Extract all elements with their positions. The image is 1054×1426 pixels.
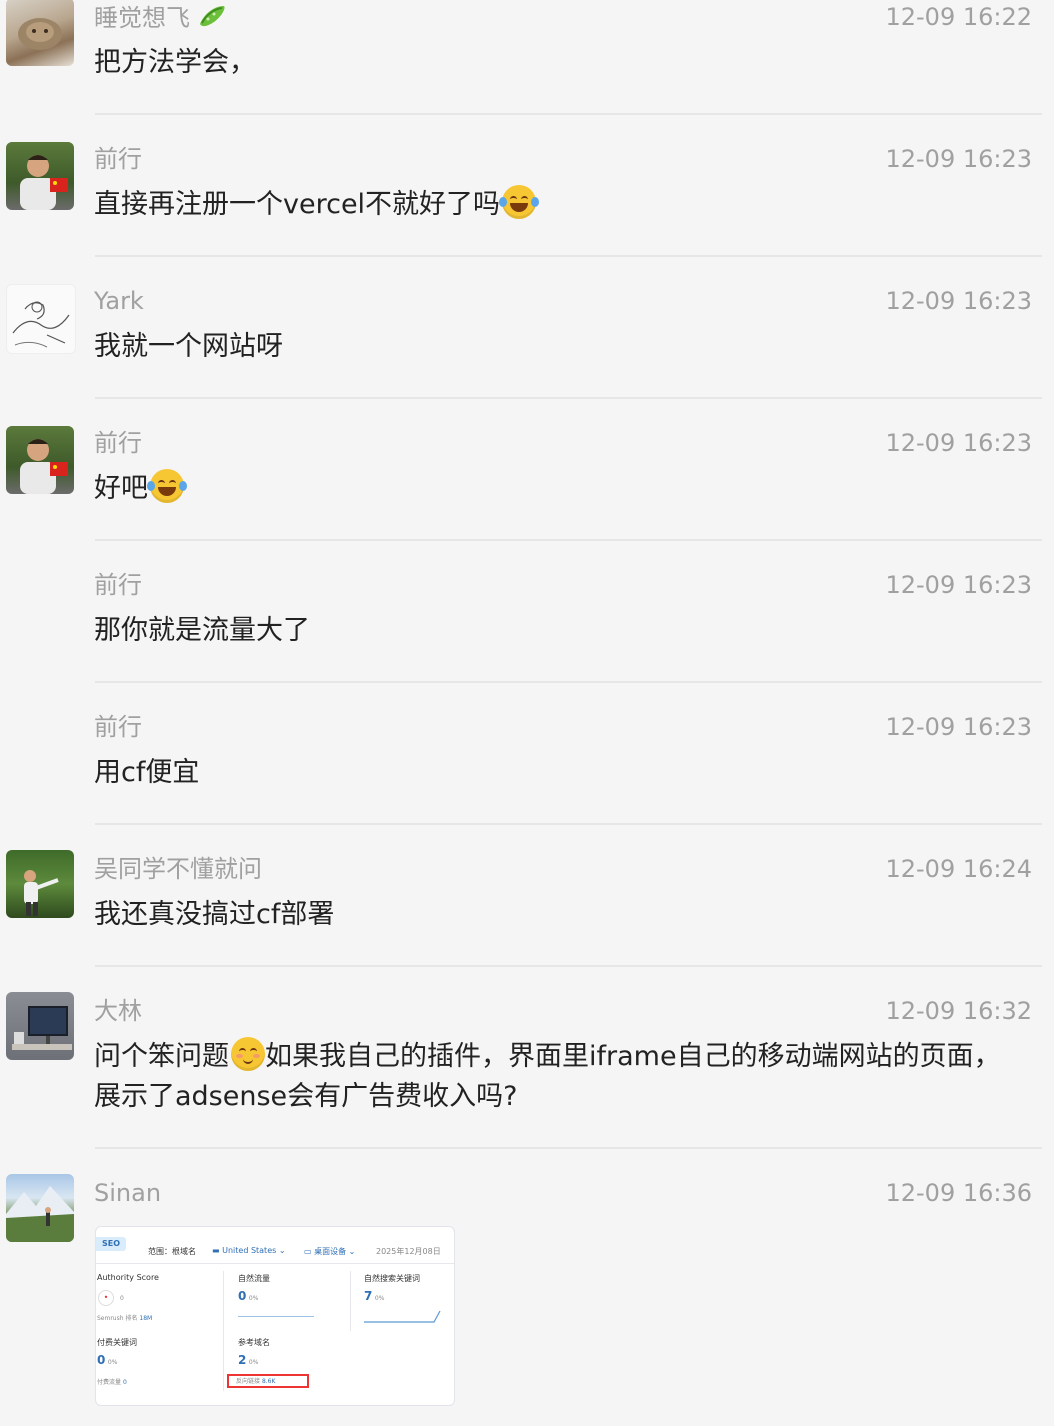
avatar[interactable] [6, 992, 74, 1060]
avatar[interactable] [6, 284, 76, 354]
sender-name: Yark [94, 287, 144, 315]
message-text: 问个笨问题 如果我自己的插件，界面里iframe自己的移动端网站的页面，展示了ad… [94, 1037, 1024, 1117]
referring-domains-label: 参考域名 [238, 1338, 270, 1347]
divider [95, 681, 1042, 683]
sender-name: 大林 [94, 997, 142, 1025]
timestamp: 12-09 16:32 [885, 997, 1032, 1025]
authority-score-value: 0 [120, 1295, 124, 1302]
smiling-face-icon [231, 1037, 265, 1071]
sender-name: 前行 [94, 429, 142, 457]
sender-name: 睡觉想飞 [94, 2, 228, 37]
sender-name: 前行 [94, 571, 142, 599]
message-text: 把方法学会， [94, 47, 256, 78]
timestamp: 12-09 16:24 [885, 855, 1032, 883]
timestamp: 12-09 16:23 [885, 713, 1032, 741]
semrush-rank-label: Semrush 排名 18M [97, 1315, 153, 1322]
sender-name: 前行 [94, 145, 142, 173]
divider [95, 539, 1042, 541]
paid-keywords-value: 0 0% [97, 1353, 118, 1367]
message-text: 好吧 [94, 469, 1024, 509]
divider [95, 397, 1042, 399]
divider [95, 823, 1042, 825]
country-dropdown[interactable]: ▬ United States ⌄ [212, 1246, 286, 1255]
scope-label: 范围：根域名 [148, 1247, 196, 1256]
message-text: 用cf便宜 [94, 757, 200, 788]
divider [95, 255, 1042, 257]
paid-traffic-label: 付费流量 0 [97, 1379, 127, 1386]
sender-name: 吴同学不懂就问 [94, 855, 262, 883]
timestamp: 12-09 16:23 [885, 287, 1032, 315]
organic-traffic-label: 自然流量 [238, 1274, 270, 1283]
face-with-tears-of-joy-icon [147, 469, 187, 503]
timestamp: 12-09 16:23 [885, 571, 1032, 599]
sender-name: 前行 [94, 713, 142, 741]
timestamp: 12-09 16:23 [885, 145, 1032, 173]
message-text: 我就一个网站呀 [94, 331, 283, 362]
message-text: 直接再注册一个vercel不就好了吗 [94, 185, 1024, 225]
avatar[interactable] [6, 0, 74, 66]
message-text: 我还真没搞过cf部署 [94, 899, 335, 930]
referring-domains-value: 2 0% [238, 1353, 259, 1367]
cucumber-icon [196, 2, 228, 37]
timestamp: 12-09 16:23 [885, 429, 1032, 457]
timestamp: 12-09 16:22 [885, 3, 1032, 31]
timestamp: 12-09 16:36 [885, 1179, 1032, 1207]
divider [95, 1147, 1042, 1149]
organic-keywords-label: 自然搜索关键词 [364, 1274, 420, 1283]
avatar[interactable] [6, 142, 74, 210]
organic-traffic-sparkline [238, 1316, 314, 1317]
seo-tag: SEO [96, 1237, 126, 1251]
organic-keywords-sparkline [364, 1310, 441, 1323]
image-attachment[interactable]: SEO 范围：根域名 ▬ United States ⌄ ▭ 桌面设备 ⌄ 20… [95, 1226, 455, 1406]
face-with-tears-of-joy-icon [499, 185, 540, 219]
authority-circle: • [98, 1290, 114, 1306]
message-text: 那你就是流量大了 [94, 615, 310, 646]
divider [95, 965, 1042, 967]
divider [95, 113, 1042, 115]
avatar[interactable] [6, 426, 74, 494]
backlinks-label[interactable]: 反向链接 8.6K [236, 1376, 275, 1385]
paid-keywords-label: 付费关键词 [97, 1338, 137, 1347]
organic-traffic-value: 0 0% [238, 1289, 259, 1303]
avatar[interactable] [6, 1174, 74, 1242]
sender-name: Sinan [94, 1179, 162, 1207]
avatar[interactable] [6, 850, 74, 918]
authority-score-label: Authority Score [97, 1273, 159, 1282]
organic-keywords-value: 7 0% [364, 1289, 385, 1303]
date-label: 2025年12月08日 [376, 1247, 441, 1256]
device-dropdown[interactable]: ▭ 桌面设备 ⌄ [304, 1246, 355, 1257]
